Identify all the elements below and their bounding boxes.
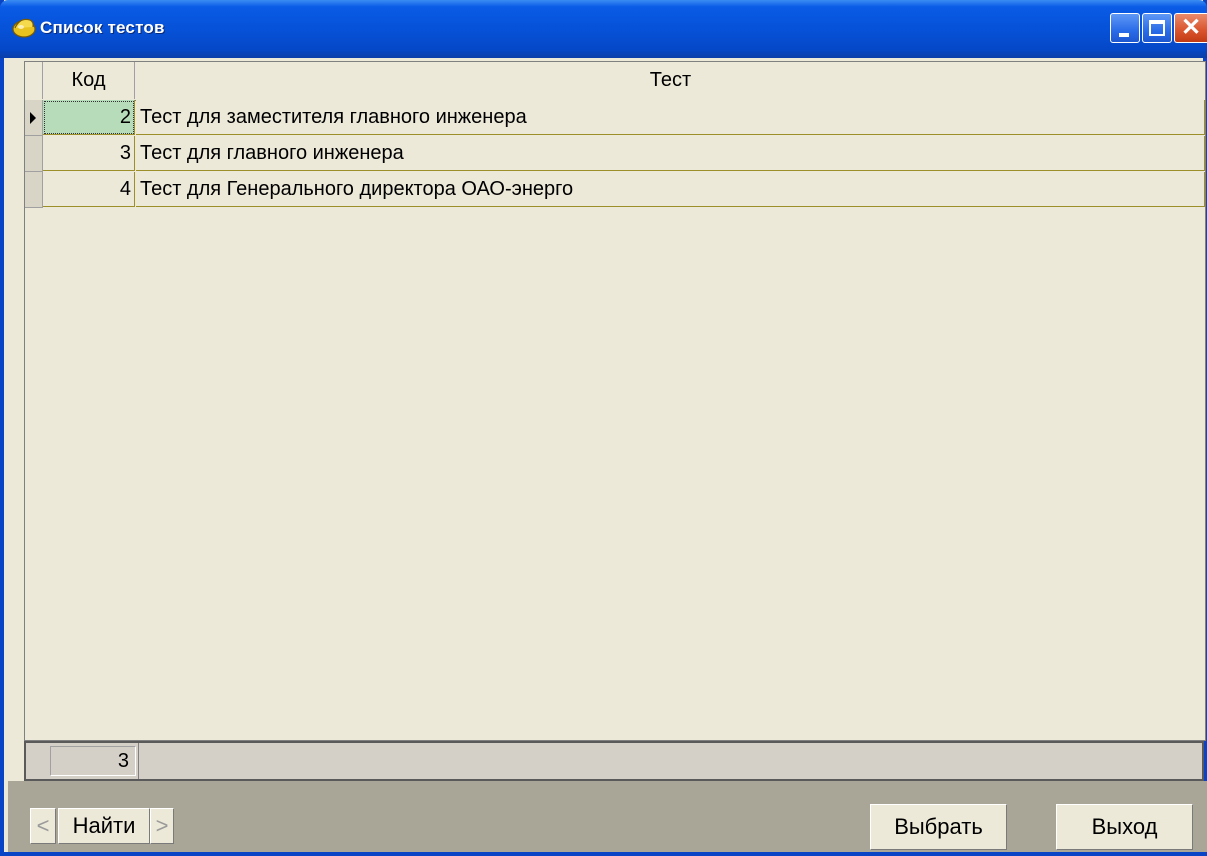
close-button[interactable]: ✕ xyxy=(1174,13,1207,43)
maximize-button[interactable] xyxy=(1142,13,1172,43)
row-indicator[interactable] xyxy=(25,172,43,208)
find-previous-button[interactable]: < xyxy=(30,808,56,844)
tests-grid[interactable]: Код Тест 2 Тест для заместителя главного… xyxy=(24,61,1206,741)
window-title: Список тестов xyxy=(40,18,165,37)
cell-test-name[interactable]: Тест для Генерального директора ОАО-энер… xyxy=(136,172,1205,207)
table-row[interactable]: 4 Тест для Генерального директора ОАО-эн… xyxy=(25,172,1205,208)
grid-header: Код Тест xyxy=(25,62,1205,101)
minimize-icon xyxy=(1119,33,1129,37)
cell-code[interactable]: 2 xyxy=(43,100,135,135)
close-icon: ✕ xyxy=(1181,14,1202,41)
exit-button[interactable]: Выход xyxy=(1056,804,1193,850)
row-indicator[interactable] xyxy=(25,136,43,172)
column-header-code[interactable]: Код xyxy=(43,62,135,99)
title-bar[interactable]: Список тестов ✕ xyxy=(0,0,1207,58)
cell-test-name[interactable]: Тест для заместителя главного инженера xyxy=(136,100,1205,135)
footer-divider xyxy=(138,743,139,779)
find-button[interactable]: Найти xyxy=(58,808,150,844)
column-header-test[interactable]: Тест xyxy=(136,62,1205,99)
minimize-button[interactable] xyxy=(1110,13,1140,43)
cell-test-name[interactable]: Тест для главного инженера xyxy=(136,136,1205,171)
current-row-pointer-icon xyxy=(30,112,36,124)
footer-indicator-cell xyxy=(26,743,46,779)
app-icon xyxy=(12,18,36,38)
main-window: Список тестов ✕ Код Тест 2 Тест для заме… xyxy=(0,0,1207,856)
find-next-button[interactable]: > xyxy=(150,808,174,844)
cell-code[interactable]: 3 xyxy=(43,136,135,171)
grid-footer: 3 xyxy=(24,741,1204,781)
table-row[interactable]: 2 Тест для заместителя главного инженера xyxy=(25,100,1205,136)
cell-code[interactable]: 4 xyxy=(43,172,135,207)
record-count: 3 xyxy=(50,746,136,776)
header-indicator-cell xyxy=(25,62,43,99)
select-button[interactable]: Выбрать xyxy=(870,804,1007,850)
row-indicator[interactable] xyxy=(25,100,43,136)
table-row[interactable]: 3 Тест для главного инженера xyxy=(25,136,1205,172)
bottom-toolbar: < Найти > Выбрать Выход xyxy=(8,781,1207,852)
maximize-icon xyxy=(1149,20,1165,36)
